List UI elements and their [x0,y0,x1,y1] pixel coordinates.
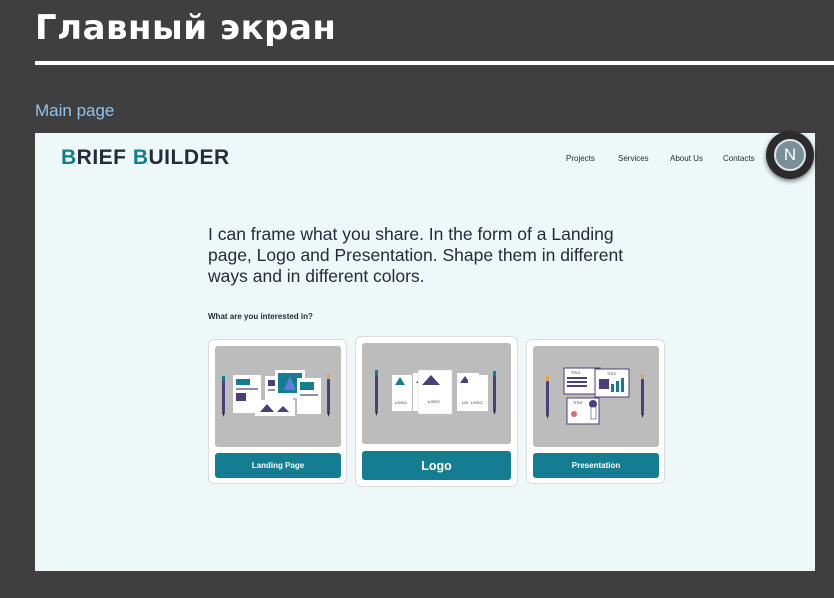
presentation-illustration: TITLE TITLE TITLE [533,346,659,447]
user-avatar-badge[interactable]: N [766,131,814,179]
frame-label[interactable]: Main page [35,101,114,121]
card-landing-page[interactable]: Landing Page [208,339,347,484]
landing-page-illustration [215,346,341,447]
interest-question: What are you interested in? [208,312,313,321]
hero-text: I can frame what you share. In the form … [208,224,624,286]
logo-graphic: LOGO LOGO LOGO LOGO [375,369,496,416]
logo-illustration: LOGO LOGO LOGO LOGO [362,343,511,444]
presentation-graphic: TITLE TITLE TITLE [546,367,644,425]
logo-tag-4: LOGO [471,400,483,405]
presentation-tag-1: TITLE [571,371,581,375]
logo-tag-1: LOGO [395,400,407,405]
nav-contacts[interactable]: Contacts [723,154,755,163]
logo-button[interactable]: Logo [362,451,511,480]
title-divider [35,61,834,65]
presentation-tag-3: TITLE [573,401,583,405]
main-page-frame: BRIEF BUILDER Projects Services About Us… [35,133,815,571]
nav-services[interactable]: Services [618,154,649,163]
top-nav: Projects Services About Us Contacts [35,154,815,166]
landing-page-graphic [222,370,330,417]
card-presentation[interactable]: TITLE TITLE TITLE Presentation [526,339,665,484]
nav-projects[interactable]: Projects [566,154,595,163]
logo-tag-2: LOGO [428,399,440,404]
nav-about-us[interactable]: About Us [670,154,703,163]
presentation-button[interactable]: Presentation [533,453,659,478]
card-logo[interactable]: LOGO LOGO LOGO LOGO Logo [355,336,518,487]
avatar[interactable]: N [774,139,806,171]
presentation-tag-2: TITLE [607,372,617,376]
landing-page-button[interactable]: Landing Page [215,453,341,478]
slide-title: Главный экран [35,8,337,48]
